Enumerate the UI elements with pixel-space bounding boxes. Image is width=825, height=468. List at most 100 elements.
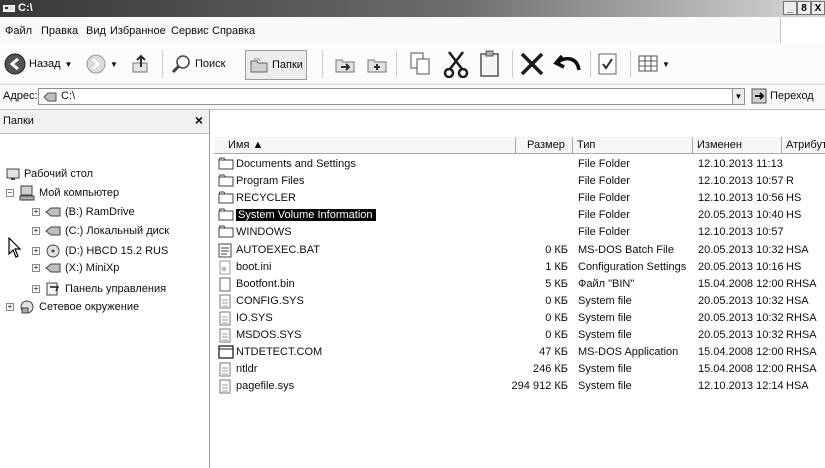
file-size: 0 КБ [545,243,568,256]
move-to-button[interactable] [333,48,357,80]
file-type: Configuration Settings [578,260,687,273]
title-bar[interactable]: C:\ _ 8 X [0,0,825,17]
expand-toggle[interactable]: + [32,208,40,216]
file-row[interactable]: Documents and Settings File Folder 12.10.2… [214,156,825,173]
column-header-size[interactable]: Размер [516,137,573,154]
close-button[interactable]: X [811,1,825,15]
column-header-type[interactable]: Тип [573,137,693,154]
folders-pane: Папки × Рабочий стол − Мой компьютер + (… [0,110,210,468]
file-row[interactable]: ntldr 246 КБ System file 15.04.2008 12:00 RH… [214,361,825,378]
delete-button[interactable] [518,48,546,80]
tree-item-desktop[interactable]: Рабочий стол [6,167,93,181]
file-row[interactable]: boot.ini 1 КБ Configuration Settings 20.05.… [214,259,825,276]
file-size: 0 КБ [545,329,568,341]
tree-item-my-computer[interactable]: − Мой компьютер [6,185,119,201]
paste-button[interactable] [478,48,502,80]
menu-help[interactable]: Справка [212,25,255,37]
file-size: 47 КБ [539,346,568,359]
forward-arrow-icon [86,54,106,74]
file-name: MSDOS.SYS [236,329,302,341]
minimize-button[interactable]: _ [783,1,797,15]
file-type: System file [578,311,632,324]
file-row[interactable]: CONFIG.SYS 0 КБ System file 20.05.2013 10:3… [214,293,825,310]
views-button[interactable]: ▼ [638,48,670,80]
expand-toggle[interactable]: + [32,264,40,272]
file-type: File Folder [578,175,630,188]
file-attributes: HSA [786,380,809,393]
expand-toggle[interactable]: + [32,227,40,235]
menu-view[interactable]: Вид [86,25,106,37]
drive-icon [45,206,61,218]
copy-button[interactable] [408,48,432,80]
file-modified: 12.10.2013 11:13 [698,158,783,170]
properties-button[interactable] [597,48,619,80]
chevron-down-icon: ▼ [662,59,670,69]
go-label: Переход [770,90,814,102]
folder-icon [218,157,234,173]
explorer-window: C:\ _ 8 X Файл Правка Вид Избранное Серв… [0,0,825,468]
search-button[interactable]: Поиск [170,48,225,80]
column-header-name[interactable]: Имя ▲ [214,137,516,154]
copy-to-button[interactable] [365,48,389,80]
delete-x-icon [520,52,544,76]
tree-item-label: (C:) Локальный диск [65,225,170,237]
tree-item-drive-c[interactable]: + (C:) Локальный диск [32,225,169,237]
menu-favorites[interactable]: Избранное [110,25,166,37]
file-name: System Volume Information [236,209,376,222]
go-button[interactable]: Переход [751,88,814,104]
file-row[interactable]: AUTOEXEC.BAT 0 КБ MS-DOS Batch File 20.05.2… [214,242,825,259]
expand-toggle[interactable]: + [32,247,40,255]
menu-edit[interactable]: Правка [41,25,78,37]
tree-item-control-panel[interactable]: + Панель управления [32,281,166,297]
address-input[interactable]: C:\ [38,88,744,105]
scissors-icon [443,51,469,78]
back-button[interactable]: Назад ▼ [4,48,72,80]
folders-pane-header: Папки × [0,110,209,134]
tree-item-network[interactable]: + Сетевое окружение [6,299,139,315]
file-modified: 12.10.2013 10:57 [698,175,784,188]
file-modified: 20.05.2013 10:40 [698,209,784,222]
file-name: AUTOEXEC.BAT [236,243,320,256]
file-row[interactable]: pagefile.sys 294 912 КБ System file 12.10.2… [214,378,825,395]
file-row[interactable]: IO.SYS 0 КБ System file 20.05.2013 10:32 RHS… [214,310,825,327]
menu-tools[interactable]: Сервис [171,25,209,37]
undo-button[interactable] [553,48,583,80]
file-row[interactable]: Bootfont.bin 5 КБ Файл "BIN" 15.04.2008 12:… [214,276,825,293]
column-header-modified[interactable]: Изменен [693,137,782,154]
tree-item-drive-x[interactable]: + (X:) MiniXp [32,262,119,274]
menu-file[interactable]: Файл [5,25,32,37]
move-to-icon [335,59,355,73]
go-arrow-icon [751,88,767,104]
drive-icon [3,5,15,12]
expand-toggle[interactable]: + [6,303,14,311]
tree-item-drive-b[interactable]: + (B:) RamDrive [32,206,135,218]
file-name: NTDETECT.COM [236,346,323,359]
forward-button[interactable]: ▼ [86,48,118,80]
collapse-toggle[interactable]: − [6,189,14,197]
up-folder-button[interactable] [130,48,152,80]
maximize-button[interactable]: 8 [797,1,811,15]
file-row[interactable]: System Volume Information File Folder 20.0… [214,207,825,224]
cut-button[interactable] [443,48,469,80]
file-type: System file [578,294,632,307]
application-icon [218,345,234,362]
file-row[interactable]: RECYCLER File Folder 12.10.2013 10:56 HS [214,190,825,207]
file-modified: 15.04.2008 12:00 [698,363,784,376]
file-row[interactable]: Program Files File Folder 12.10.2013 10:57… [214,173,825,190]
folder-icon [218,208,234,224]
file-attributes: RHSA [786,363,817,376]
close-icon[interactable]: × [195,112,203,128]
folders-button[interactable]: Папки [245,50,307,80]
file-row[interactable]: MSDOS.SYS 0 КБ System file 20.05.2013 10:32… [214,327,825,344]
tree-item-drive-d[interactable]: + (D:) HBCD 15.2 RUS [32,244,168,258]
file-row[interactable]: WINDOWS File Folder 12.10.2013 10:57 [214,224,825,241]
folder-icon [218,225,234,241]
address-dropdown-button[interactable]: ▼ [732,88,745,105]
chevron-down-icon: ▼ [64,59,73,69]
expand-toggle[interactable]: + [32,285,40,293]
column-header-attributes[interactable]: Атрибуты [782,137,825,154]
file-attributes: RHSA [786,329,817,341]
file-attributes: HS [786,260,802,273]
paste-icon [480,50,499,77]
file-row[interactable]: NTDETECT.COM 47 КБ MS-DOS Application 15.04… [214,344,825,361]
